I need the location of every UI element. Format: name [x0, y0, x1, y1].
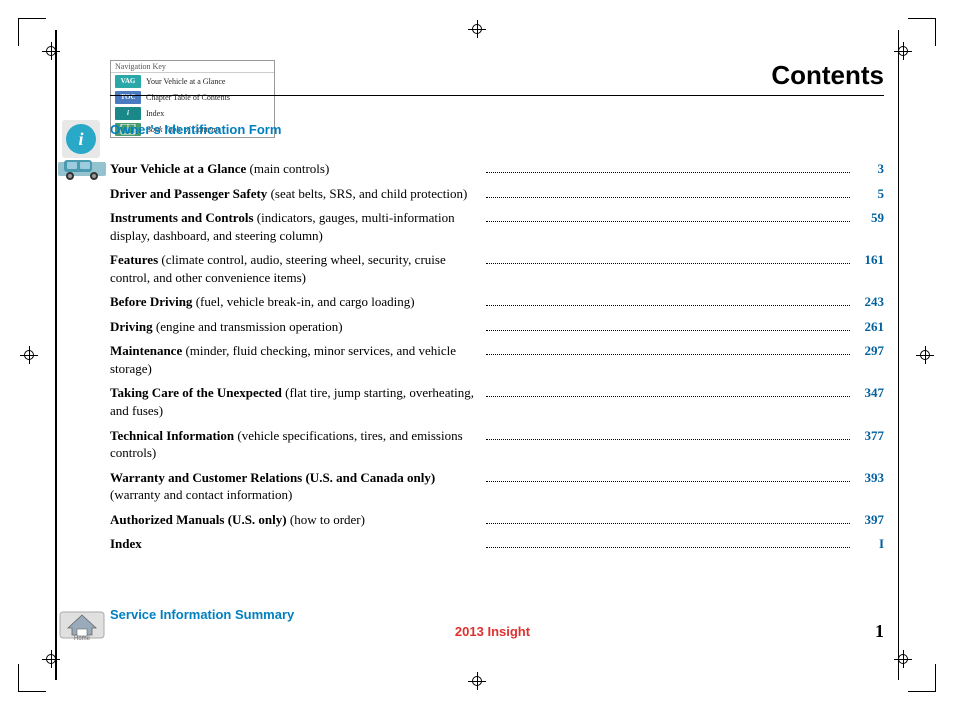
toc-entry-features: Features (climate control, audio, steeri… [110, 251, 884, 286]
toc-chapter-desc-10: (how to order) [287, 512, 365, 527]
toc-dots-8 [486, 439, 850, 440]
reg-mark-bottom-center [468, 672, 486, 690]
toc-entry-unexpected: Taking Care of the Unexpected (flat tire… [110, 384, 884, 419]
toc-dots-10 [486, 523, 850, 524]
toc-chapter-title-2: Instruments and Controls [110, 210, 254, 225]
toc-chapter-desc-4: (fuel, vehicle break-in, and cargo loadi… [192, 294, 414, 309]
toc-chapter-title-4: Before Driving [110, 294, 192, 309]
side-bar-left [55, 30, 57, 680]
toc-page-10[interactable]: 397 [854, 511, 884, 529]
toc-chapter-desc: (main controls) [246, 161, 329, 176]
toc-page-3[interactable]: 161 [854, 251, 884, 269]
footer-page: 1 [875, 621, 884, 642]
info-icon-area: i [62, 120, 100, 158]
toc-entry-safety: Driver and Passenger Safety (seat belts,… [110, 185, 884, 203]
nav-key-label-index: Index [146, 109, 164, 118]
toc-chapter-title-5: Driving [110, 319, 153, 334]
toc-page[interactable]: 3 [854, 160, 884, 178]
nav-key-badge-index: i [115, 107, 141, 120]
toc-dots [486, 172, 850, 173]
svg-text:Home: Home [74, 636, 91, 640]
toc-chapter-desc-5: (engine and transmission operation) [153, 319, 343, 334]
car-icon [58, 158, 106, 182]
home-icon-area[interactable]: Home [58, 610, 106, 640]
toc-entry-glance: Your Vehicle at a Glance (main controls)… [110, 160, 884, 178]
toc-entry-before-driving: Before Driving (fuel, vehicle break-in, … [110, 293, 884, 311]
toc-dots-6 [486, 354, 850, 355]
toc-entry-text-index: Index [110, 535, 482, 553]
toc-entry-authorized: Authorized Manuals (U.S. only) (how to o… [110, 511, 884, 529]
toc-chapter-desc-1: (seat belts, SRS, and child protection) [267, 186, 467, 201]
contents-header: Contents [110, 60, 884, 96]
toc-chapter-title-9: Warranty and Customer Relations (U.S. an… [110, 470, 435, 485]
toc-entry-text-features: Features (climate control, audio, steeri… [110, 251, 482, 286]
toc-dots-3 [486, 263, 850, 264]
toc-page-5[interactable]: 261 [854, 318, 884, 336]
toc-chapter-desc-3: (climate control, audio, steering wheel,… [110, 252, 446, 285]
toc-dots-9 [486, 481, 850, 482]
toc-entry-driving: Driving (engine and transmission operati… [110, 318, 884, 336]
toc-page-2[interactable]: 59 [854, 209, 884, 227]
toc-page-7[interactable]: 347 [854, 384, 884, 402]
toc-chapter-title-8: Technical Information [110, 428, 234, 443]
contents-title: Contents [110, 60, 884, 96]
reg-mark-mid-left [20, 346, 38, 364]
corner-mark-top-right [908, 18, 936, 46]
toc-entry-warranty: Warranty and Customer Relations (U.S. an… [110, 469, 884, 504]
toc-dots-11 [486, 547, 850, 548]
toc-entry-instruments: Instruments and Controls (indicators, ga… [110, 209, 884, 244]
toc-chapter-title-10: Authorized Manuals (U.S. only) [110, 512, 287, 527]
footer-model: 2013 Insight [455, 624, 530, 639]
toc-list: Your Vehicle at a Glance (main controls)… [110, 160, 884, 560]
car-icon-area [58, 158, 106, 182]
toc-chapter-title: Your Vehicle at a Glance [110, 161, 246, 176]
toc-page-1[interactable]: 5 [854, 185, 884, 203]
toc-entry-technical: Technical Information (vehicle specifica… [110, 427, 884, 462]
toc-page-9[interactable]: 393 [854, 469, 884, 487]
toc-dots-4 [486, 305, 850, 306]
toc-entry-text-glance: Your Vehicle at a Glance (main controls) [110, 160, 482, 178]
toc-page-4[interactable]: 243 [854, 293, 884, 311]
toc-entry-text-unexpected: Taking Care of the Unexpected (flat tire… [110, 384, 482, 419]
reg-mark-mid-right [916, 346, 934, 364]
toc-entry-text-before-driving: Before Driving (fuel, vehicle break-in, … [110, 293, 482, 311]
toc-page-11[interactable]: I [854, 535, 884, 553]
reg-mark-top-left [42, 42, 60, 60]
corner-mark-bottom-right [908, 664, 936, 692]
toc-entry-text-technical: Technical Information (vehicle specifica… [110, 427, 482, 462]
corner-mark-bottom-left [18, 664, 46, 692]
side-bar-right [898, 30, 900, 680]
service-info-link[interactable]: Service Information Summary [110, 607, 294, 622]
toc-chapter-title-3: Features [110, 252, 158, 267]
toc-entry-index: Index I [110, 535, 884, 553]
nav-key-item-index[interactable]: i Index [111, 105, 274, 121]
toc-chapter-desc-9: (warranty and contact information) [110, 487, 292, 502]
owner-id-link[interactable]: Owner's Identification Form [110, 122, 281, 137]
toc-dots-5 [486, 330, 850, 331]
toc-chapter-title-1: Driver and Passenger Safety [110, 186, 267, 201]
toc-chapter-title-7: Taking Care of the Unexpected [110, 385, 282, 400]
reg-mark-bottom-left [42, 650, 60, 668]
info-icon: i [66, 124, 96, 154]
toc-entry-text-driving: Driving (engine and transmission operati… [110, 318, 482, 336]
toc-page-6[interactable]: 297 [854, 342, 884, 360]
toc-page-8[interactable]: 377 [854, 427, 884, 445]
toc-dots-7 [486, 396, 850, 397]
toc-entry-text-authorized: Authorized Manuals (U.S. only) (how to o… [110, 511, 482, 529]
toc-chapter-title-11: Index [110, 536, 142, 551]
toc-entry-text-instruments: Instruments and Controls (indicators, ga… [110, 209, 482, 244]
toc-entry-text-warranty: Warranty and Customer Relations (U.S. an… [110, 469, 482, 504]
toc-chapter-title-6: Maintenance [110, 343, 182, 358]
toc-entry-text-safety: Driver and Passenger Safety (seat belts,… [110, 185, 482, 203]
toc-entry-text-maintenance: Maintenance (minder, fluid checking, min… [110, 342, 482, 377]
home-icon: Home [58, 610, 106, 640]
toc-dots-1 [486, 197, 850, 198]
toc-entry-maintenance: Maintenance (minder, fluid checking, min… [110, 342, 884, 377]
reg-mark-top-center [468, 20, 486, 38]
toc-dots-2 [486, 221, 850, 222]
main-content: Navigation Key VAG Your Vehicle at a Gla… [110, 60, 884, 650]
footer-area: 2013 Insight 1 [110, 621, 884, 642]
